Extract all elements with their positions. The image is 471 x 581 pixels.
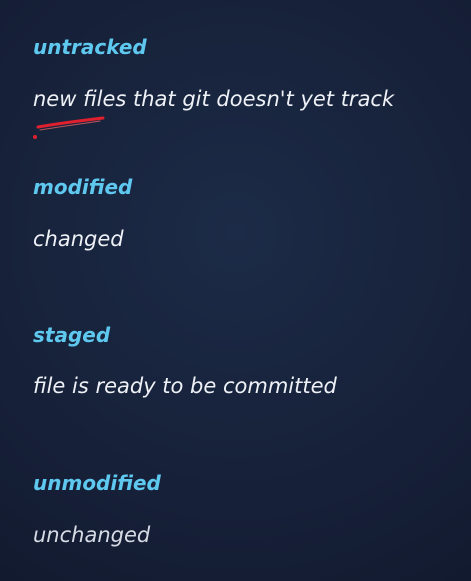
description-unmodified: unchanged [33,523,151,547]
term-staged: staged [33,323,111,347]
red-underline-annotation [33,116,105,139]
description-untracked: new files that git doesn't yet track [33,87,395,111]
description-staged: file is ready to be committed [33,374,337,398]
term-modified: modified [33,175,133,199]
description-modified: changed [33,227,124,251]
term-unmodified: unmodified [33,471,161,495]
slide: untracked new files that git doesn't yet… [0,0,471,581]
term-untracked: untracked [33,35,147,59]
